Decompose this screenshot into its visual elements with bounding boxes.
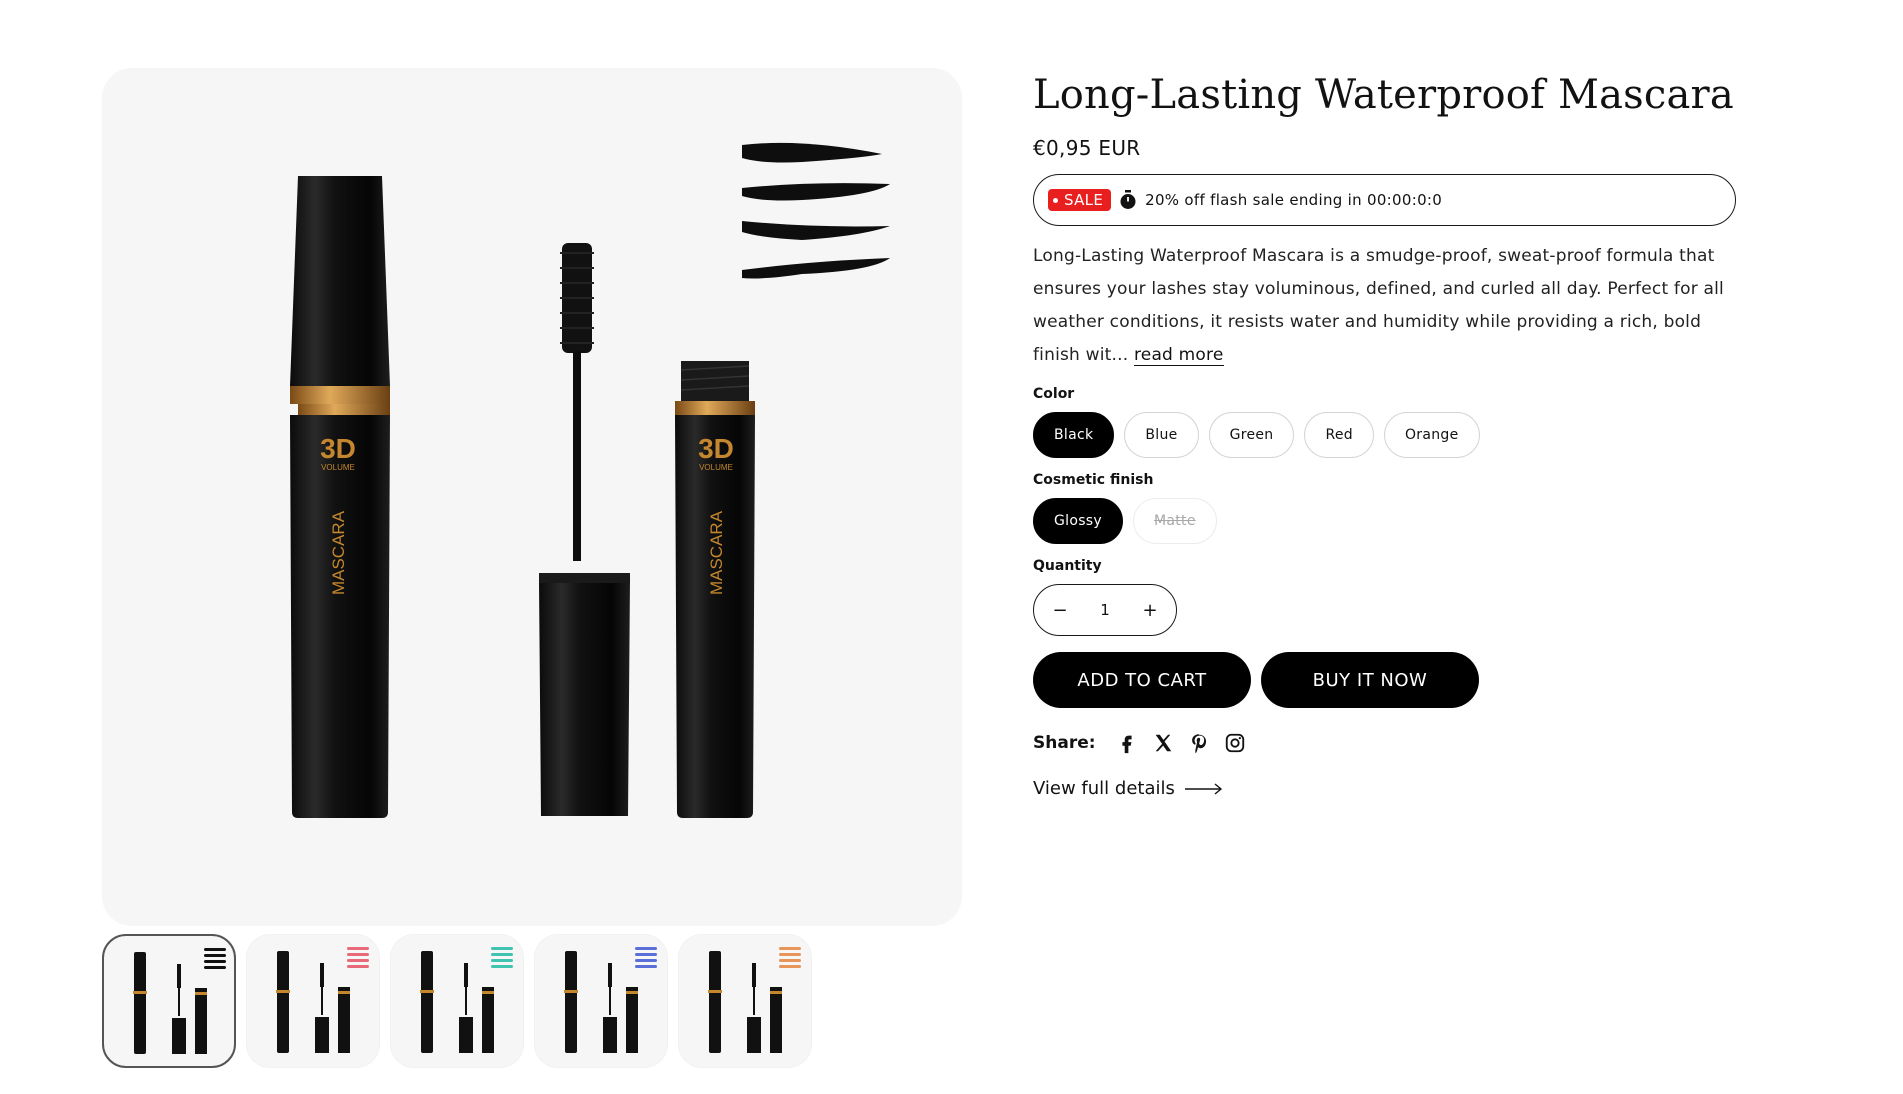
sale-badge: SALE — [1048, 189, 1112, 211]
quantity-decrease-button[interactable]: − — [1048, 600, 1072, 621]
x-icon[interactable] — [1152, 732, 1174, 754]
open-tube: 3D VOLUME MASCARA — [675, 361, 755, 818]
buy-it-now-button[interactable]: BUY IT NOW — [1261, 652, 1479, 708]
svg-text:MASCARA: MASCARA — [329, 510, 348, 595]
thumbnail-image — [708, 947, 801, 1053]
thumbnail-5[interactable] — [678, 934, 812, 1068]
quantity-input[interactable]: 1 — [1100, 601, 1110, 619]
thumbnail-image — [276, 947, 369, 1053]
thumbnail-image — [564, 947, 657, 1053]
view-full-details-link[interactable]: View full details — [1033, 778, 1755, 799]
mascara-wand — [539, 243, 630, 816]
thumbnail-2[interactable] — [246, 934, 380, 1068]
share-row: Share: — [1033, 732, 1755, 754]
svg-text:VOLUME: VOLUME — [321, 463, 355, 472]
read-more-link[interactable]: read more — [1133, 345, 1224, 366]
quantity-label: Quantity — [1033, 558, 1102, 574]
finish-option-glossy[interactable]: Glossy — [1033, 498, 1123, 544]
product-gallery: 3D VOLUME MASCARA 3D VOLUME MASCARA — [102, 68, 962, 1068]
thumbnail-list — [102, 934, 962, 1068]
stopwatch-icon — [1120, 190, 1136, 209]
color-option-orange[interactable]: Orange — [1383, 412, 1480, 458]
finish-label: Cosmetic finish — [1033, 472, 1154, 488]
svg-text:3D: 3D — [698, 433, 734, 464]
flash-sale-text: 20% off flash sale ending in 00:00:0:0 — [1145, 191, 1443, 209]
thumbnail-4[interactable] — [534, 934, 668, 1068]
svg-text:VOLUME: VOLUME — [699, 463, 733, 472]
svg-text:3D: 3D — [320, 433, 356, 464]
quantity-increase-button[interactable]: + — [1138, 600, 1162, 621]
purchase-actions: ADD TO CART BUY IT NOW — [1033, 652, 1755, 708]
quantity-stepper: − 1 + — [1033, 584, 1177, 636]
view-full-details-label: View full details — [1033, 778, 1175, 799]
closed-tube: 3D VOLUME MASCARA — [290, 176, 390, 818]
instagram-icon[interactable] — [1224, 732, 1246, 754]
flash-sale-bar: SALE 20% off flash sale ending in 00:00:… — [1033, 174, 1736, 226]
add-to-cart-button[interactable]: ADD TO CART — [1033, 652, 1251, 708]
color-option-blue[interactable]: Blue — [1124, 412, 1199, 458]
product-description: Long-Lasting Waterproof Mascara is a smu… — [1033, 240, 1753, 372]
facebook-icon[interactable] — [1116, 732, 1138, 754]
product-info: Long-Lasting Waterproof Mascara €0,95 EU… — [1033, 66, 1755, 799]
color-option-black[interactable]: Black — [1033, 412, 1115, 458]
pinterest-icon[interactable] — [1188, 732, 1210, 754]
color-option-red[interactable]: Red — [1304, 412, 1374, 458]
color-swatch-strokes — [742, 142, 890, 279]
product-title: Long-Lasting Waterproof Mascara — [1033, 72, 1734, 118]
main-product-image[interactable]: 3D VOLUME MASCARA 3D VOLUME MASCARA — [102, 68, 962, 926]
product-price: €0,95 EUR — [1033, 136, 1141, 160]
svg-text:MASCARA: MASCARA — [707, 510, 726, 595]
thumbnail-3[interactable] — [390, 934, 524, 1068]
thumbnail-1[interactable] — [102, 934, 236, 1068]
finish-option-matte[interactable]: Matte — [1132, 498, 1217, 544]
thumbnail-image — [420, 947, 513, 1053]
share-label: Share: — [1033, 733, 1096, 753]
arrow-right-icon — [1184, 782, 1222, 795]
thumbnail-image — [133, 948, 226, 1054]
color-label: Color — [1033, 386, 1075, 402]
product-page: 3D VOLUME MASCARA 3D VOLUME MASCARA Long… — [0, 0, 1903, 1094]
mascara-illustration: 3D VOLUME MASCARA 3D VOLUME MASCARA — [290, 142, 890, 818]
color-options: Black Blue Green Red Orange — [1033, 412, 1755, 458]
color-option-green[interactable]: Green — [1208, 412, 1295, 458]
finish-options: Glossy Matte — [1033, 498, 1755, 544]
